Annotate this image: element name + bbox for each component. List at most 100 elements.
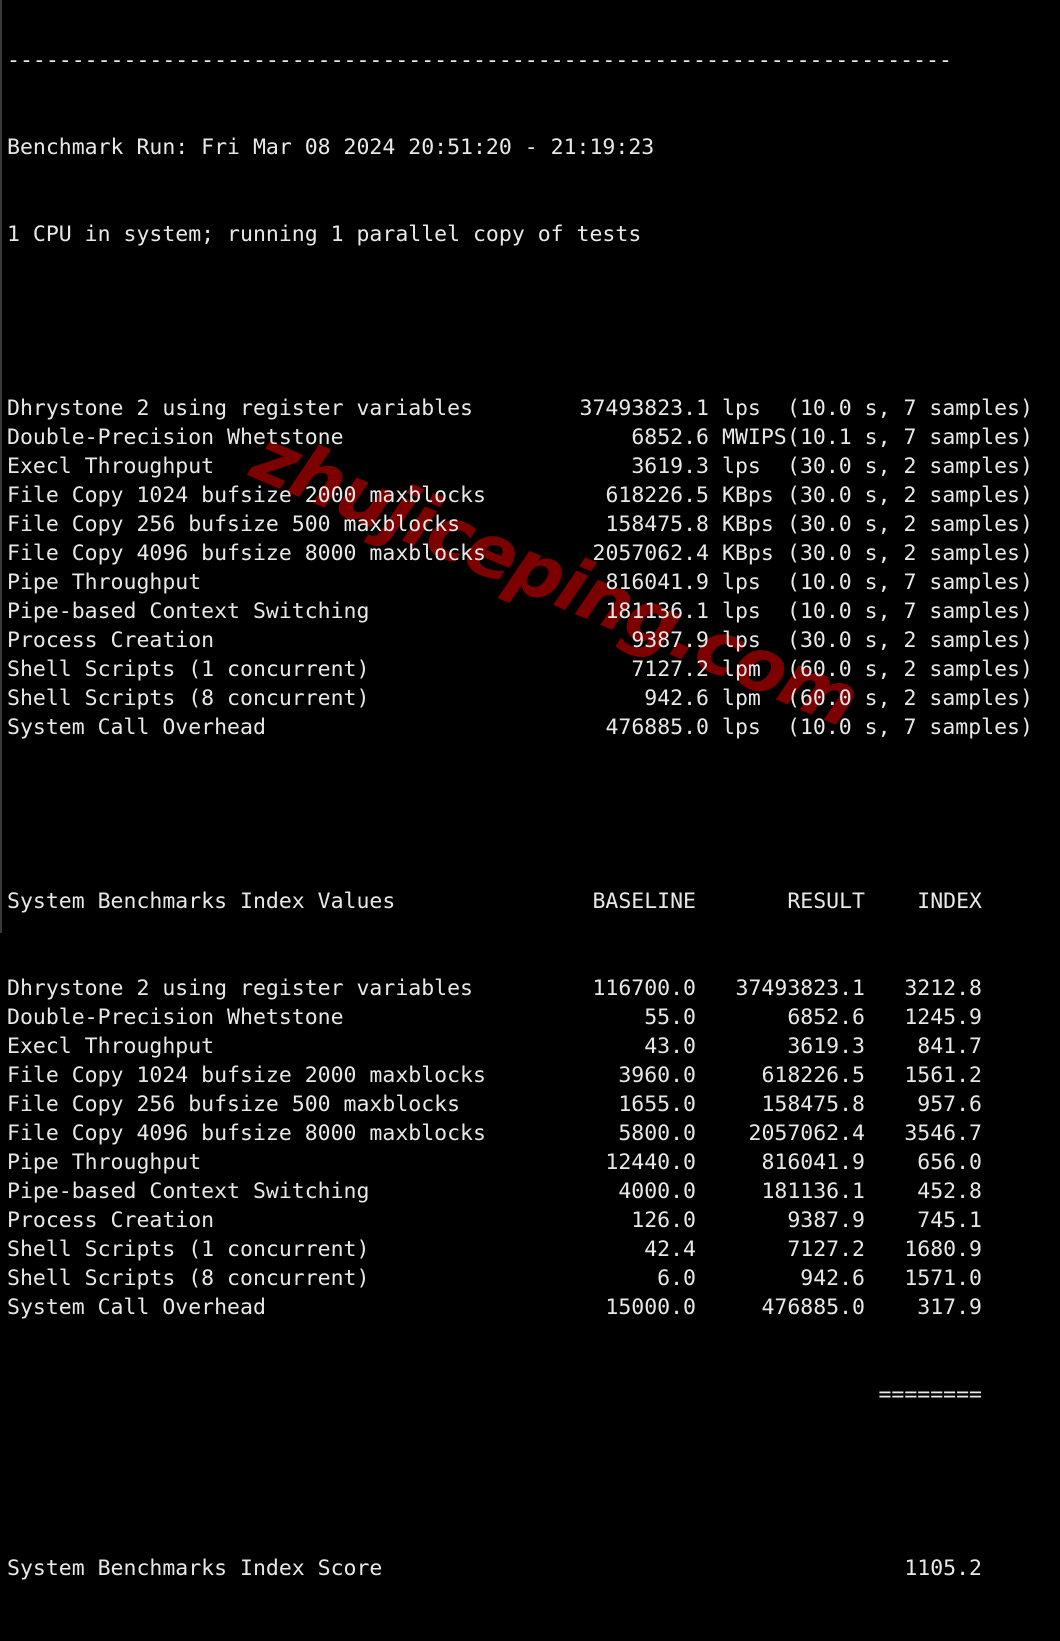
index-value: 656.0 (917, 1150, 982, 1175)
index-row: Double-Precision Whetstone 55.0 6852.6 1245… (7, 1003, 1047, 1032)
baseline-value: 6.0 (657, 1266, 696, 1291)
result-value: 181136.1 (761, 1179, 865, 1204)
index-title: System Benchmarks Index Values (7, 889, 396, 914)
result-meta: (10.0 s, 7 samples) (787, 570, 1033, 595)
result-value: 618226.5 (761, 1063, 865, 1088)
index-value: 1571.0 (904, 1266, 982, 1291)
index-value: 841.7 (917, 1034, 982, 1059)
terminal-window: zhujiceping.com ------------------------… (0, 0, 1060, 1581)
result-value: 181136.1 (605, 599, 709, 624)
test-name: Dhrystone 2 using register variables (7, 396, 473, 421)
index-value: 3212.8 (904, 976, 982, 1001)
column-header-baseline: BASELINE (592, 889, 696, 914)
index-value: 745.1 (917, 1208, 982, 1233)
baseline-value: 42.4 (644, 1237, 696, 1262)
test-name: File Copy 1024 bufsize 2000 maxblocks (7, 1063, 486, 1088)
index-value: 452.8 (917, 1179, 982, 1204)
test-name: Double-Precision Whetstone (7, 1005, 344, 1030)
column-header-result: RESULT (787, 889, 865, 914)
test-name: Dhrystone 2 using register variables (7, 976, 473, 1001)
result-unit: lps (722, 628, 761, 653)
index-rule-row: ======== (7, 1380, 1047, 1409)
result-unit: lps (722, 715, 761, 740)
result-value: 618226.5 (605, 483, 709, 508)
result-meta: (30.0 s, 2 samples) (787, 541, 1033, 566)
result-unit: KBps (722, 541, 774, 566)
baseline-value: 43.0 (644, 1034, 696, 1059)
result-value: 2057062.4 (748, 1121, 866, 1146)
result-value: 942.6 (644, 686, 709, 711)
index-row: Pipe Throughput 12440.0 816041.9 656.0 (7, 1148, 1047, 1177)
result-row: Process Creation 9387.9 lps (30.0 s, 2 samp… (7, 626, 1047, 655)
terminal-output: ----------------------------------------… (7, 0, 1047, 1641)
index-value: 1561.2 (904, 1063, 982, 1088)
result-value: 816041.9 (761, 1150, 865, 1175)
test-name: Shell Scripts (8 concurrent) (7, 686, 370, 711)
result-meta: (60.0 s, 2 samples) (787, 686, 1033, 711)
baseline-value: 126.0 (631, 1208, 696, 1233)
result-row: File Copy 1024 bufsize 2000 maxblocks 618… (7, 481, 1047, 510)
index-header-row: System Benchmarks Index Values BASELINE … (7, 887, 1047, 916)
result-unit: KBps (722, 483, 774, 508)
test-name: File Copy 256 bufsize 500 maxblocks (7, 512, 461, 537)
result-value: 9387.9 (787, 1208, 865, 1233)
test-name: Shell Scripts (8 concurrent) (7, 1266, 370, 1291)
result-unit: lps (722, 570, 761, 595)
test-name: Process Creation (7, 628, 215, 653)
baseline-value: 55.0 (644, 1005, 696, 1030)
result-value: 816041.9 (605, 570, 709, 595)
result-value: 6852.6 (631, 425, 709, 450)
result-row: Shell Scripts (1 concurrent) 7127.2 lpm (60… (7, 655, 1047, 684)
result-unit: lps (722, 599, 761, 624)
baseline-value: 12440.0 (605, 1150, 696, 1175)
result-meta: (10.0 s, 7 samples) (787, 599, 1033, 624)
index-table: Dhrystone 2 using register variables 1167… (7, 974, 1047, 1322)
test-name: Process Creation (7, 1208, 215, 1233)
index-value: 1245.9 (904, 1005, 982, 1030)
baseline-value: 3960.0 (618, 1063, 696, 1088)
result-row: Pipe-based Context Switching 181136.1 lps (… (7, 597, 1047, 626)
test-name: Pipe-based Context Switching (7, 1179, 370, 1204)
result-value: 9387.9 (631, 628, 709, 653)
test-name: Shell Scripts (1 concurrent) (7, 1237, 370, 1262)
index-value: 1680.9 (904, 1237, 982, 1262)
result-value: 3619.3 (631, 454, 709, 479)
baseline-value: 15000.0 (605, 1295, 696, 1320)
index-row: File Copy 256 bufsize 500 maxblocks 1655.… (7, 1090, 1047, 1119)
result-row: Execl Throughput 3619.3 lps (30.0 s, 2 samp… (7, 452, 1047, 481)
index-row: Dhrystone 2 using register variables 1167… (7, 974, 1047, 1003)
result-unit: lps (722, 396, 761, 421)
result-row: File Copy 4096 bufsize 8000 maxblocks 205… (7, 539, 1047, 568)
result-row: System Call Overhead 476885.0 lps (10.0 s, … (7, 713, 1047, 742)
test-name: System Call Overhead (7, 1295, 266, 1320)
index-value: 957.6 (917, 1092, 982, 1117)
results-list: Dhrystone 2 using register variables 3749… (7, 394, 1047, 742)
result-meta: (60.0 s, 2 samples) (787, 657, 1033, 682)
test-name: Execl Throughput (7, 1034, 215, 1059)
result-unit: lpm (722, 657, 761, 682)
test-name: File Copy 256 bufsize 500 maxblocks (7, 1092, 461, 1117)
test-name: File Copy 4096 bufsize 8000 maxblocks (7, 541, 486, 566)
result-value: 476885.0 (761, 1295, 865, 1320)
baseline-value: 1655.0 (618, 1092, 696, 1117)
separator-line: ----------------------------------------… (7, 48, 952, 73)
result-unit: lpm (722, 686, 761, 711)
result-row: Shell Scripts (8 concurrent) 942.6 lpm (60.… (7, 684, 1047, 713)
result-value: 37493823.1 (579, 396, 709, 421)
result-meta: (10.0 s, 7 samples) (787, 715, 1033, 740)
index-row: Shell Scripts (1 concurrent) 42.4 7127.2 16… (7, 1235, 1047, 1264)
index-row: Execl Throughput 43.0 3619.3 841.7 (7, 1032, 1047, 1061)
test-name: File Copy 4096 bufsize 8000 maxblocks (7, 1121, 486, 1146)
result-value: 7127.2 (631, 657, 709, 682)
result-value: 3619.3 (787, 1034, 865, 1059)
result-value: 7127.2 (787, 1237, 865, 1262)
test-name: Pipe-based Context Switching (7, 599, 370, 624)
result-unit: KBps (722, 512, 774, 537)
test-name: Execl Throughput (7, 454, 215, 479)
result-unit: MWIPS (722, 425, 787, 450)
result-meta: (10.1 s, 7 samples) (787, 425, 1033, 450)
test-name: File Copy 1024 bufsize 2000 maxblocks (7, 483, 486, 508)
result-value: 6852.6 (787, 1005, 865, 1030)
baseline-value: 116700.0 (592, 976, 696, 1001)
